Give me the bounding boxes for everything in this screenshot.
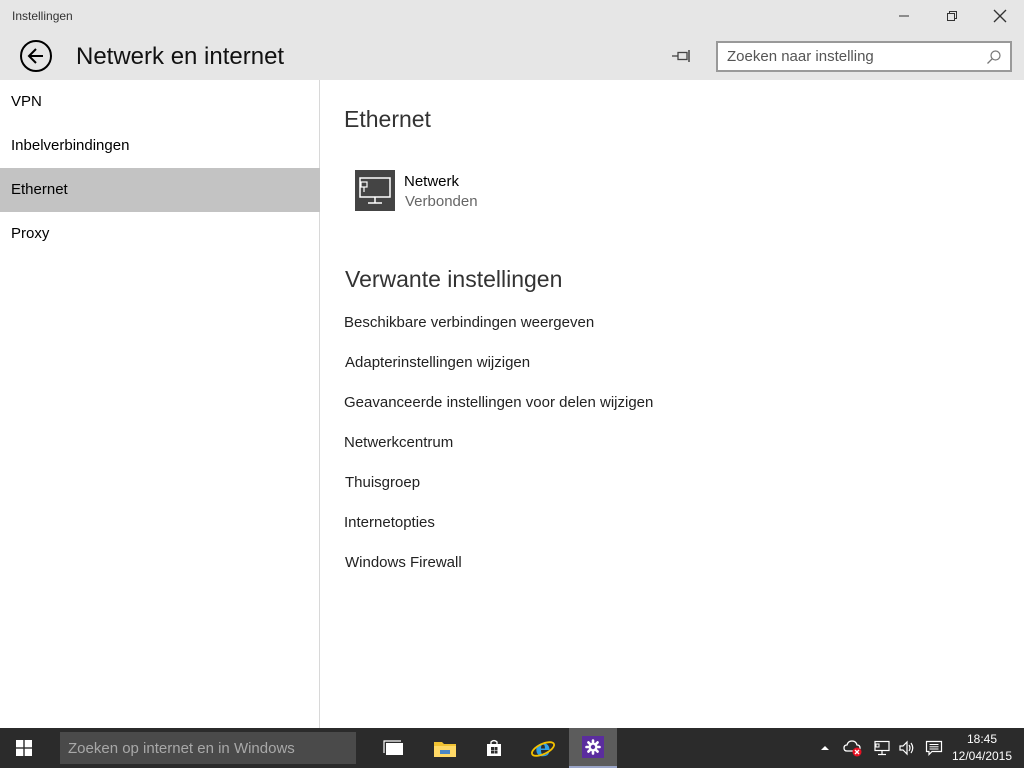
back-arrow-icon (27, 48, 43, 64)
pin-icon (672, 50, 690, 62)
link-adapter-settings[interactable]: Adapterinstellingen wijzigen (345, 354, 530, 371)
settings-search-input[interactable] (718, 43, 982, 70)
related-settings-title: Verwante instellingen (345, 266, 563, 292)
task-view-button[interactable] (370, 728, 418, 768)
settings-header: Netwerk en internet (0, 32, 1024, 80)
taskbar-search-input[interactable] (60, 732, 356, 764)
minimize-button[interactable] (880, 0, 928, 32)
link-available-connections[interactable]: Beschikbare verbindingen weergeven (344, 314, 594, 331)
speaker-icon (899, 740, 914, 756)
page-title: Netwerk en internet (76, 43, 285, 70)
clock-date: 12/04/2015 (951, 749, 1013, 763)
search-icon[interactable] (986, 49, 1002, 65)
sidebar-item-proxy[interactable]: Proxy (0, 212, 320, 256)
sidebar: VPN Inbelverbindingen Ethernet Proxy (0, 80, 320, 728)
start-button[interactable] (0, 728, 48, 768)
pin-button[interactable] (670, 46, 694, 66)
network-status: Verbonden (405, 193, 478, 210)
cloud-error-icon (843, 740, 862, 757)
section-title: Ethernet (344, 106, 431, 132)
settings-taskbar-button[interactable] (569, 728, 617, 768)
close-button[interactable] (976, 0, 1024, 32)
network-name: Netwerk (404, 173, 460, 190)
store-icon (487, 739, 501, 756)
internet-explorer-button[interactable]: e (519, 728, 567, 768)
restore-icon (947, 11, 957, 21)
settings-search-box[interactable] (716, 41, 1012, 72)
task-view-icon (383, 740, 403, 755)
chevron-up-icon (821, 746, 829, 750)
app-title: Instellingen (12, 9, 73, 23)
file-explorer-button[interactable] (421, 728, 469, 768)
ethernet-monitor-icon (355, 170, 395, 211)
restore-button[interactable] (928, 0, 976, 32)
network-connection-item[interactable]: Netwerk Verbonden (355, 170, 655, 214)
action-center-button[interactable] (922, 728, 946, 768)
minimize-icon (899, 15, 909, 17)
svg-text:e: e (535, 735, 550, 761)
taskbar: e 18:45 12/04/2015 (0, 728, 1024, 768)
tray-volume-button[interactable] (896, 728, 918, 768)
network-icon (874, 740, 890, 756)
link-windows-firewall[interactable]: Windows Firewall (345, 554, 462, 571)
sidebar-item-ethernet[interactable]: Ethernet (0, 168, 320, 212)
tray-network-button[interactable] (870, 728, 894, 768)
close-icon (993, 9, 1007, 23)
link-advanced-sharing[interactable]: Geavanceerde instellingen voor delen wij… (344, 394, 653, 411)
link-homegroup[interactable]: Thuisgroep (345, 474, 420, 491)
clock-time: 18:45 (966, 732, 998, 746)
settings-gear-icon (585, 739, 601, 755)
taskbar-clock[interactable]: 18:45 12/04/2015 (946, 731, 1018, 765)
sidebar-item-vpn[interactable]: VPN (0, 80, 320, 124)
taskbar-search-box[interactable] (60, 732, 356, 764)
tray-network-warning[interactable] (840, 728, 866, 768)
back-button[interactable] (20, 40, 52, 72)
link-internet-options[interactable]: Internetopties (344, 514, 435, 531)
internet-explorer-icon: e (531, 735, 555, 761)
windows-logo-icon (16, 740, 32, 756)
notification-icon (925, 740, 943, 756)
title-bar: Instellingen (0, 0, 1024, 32)
sidebar-item-inbelverbindingen[interactable]: Inbelverbindingen (0, 124, 320, 168)
show-hidden-icons-button[interactable] (816, 728, 834, 768)
file-explorer-icon (434, 742, 456, 757)
link-network-center[interactable]: Netwerkcentrum (344, 434, 453, 451)
store-button[interactable] (470, 728, 518, 768)
